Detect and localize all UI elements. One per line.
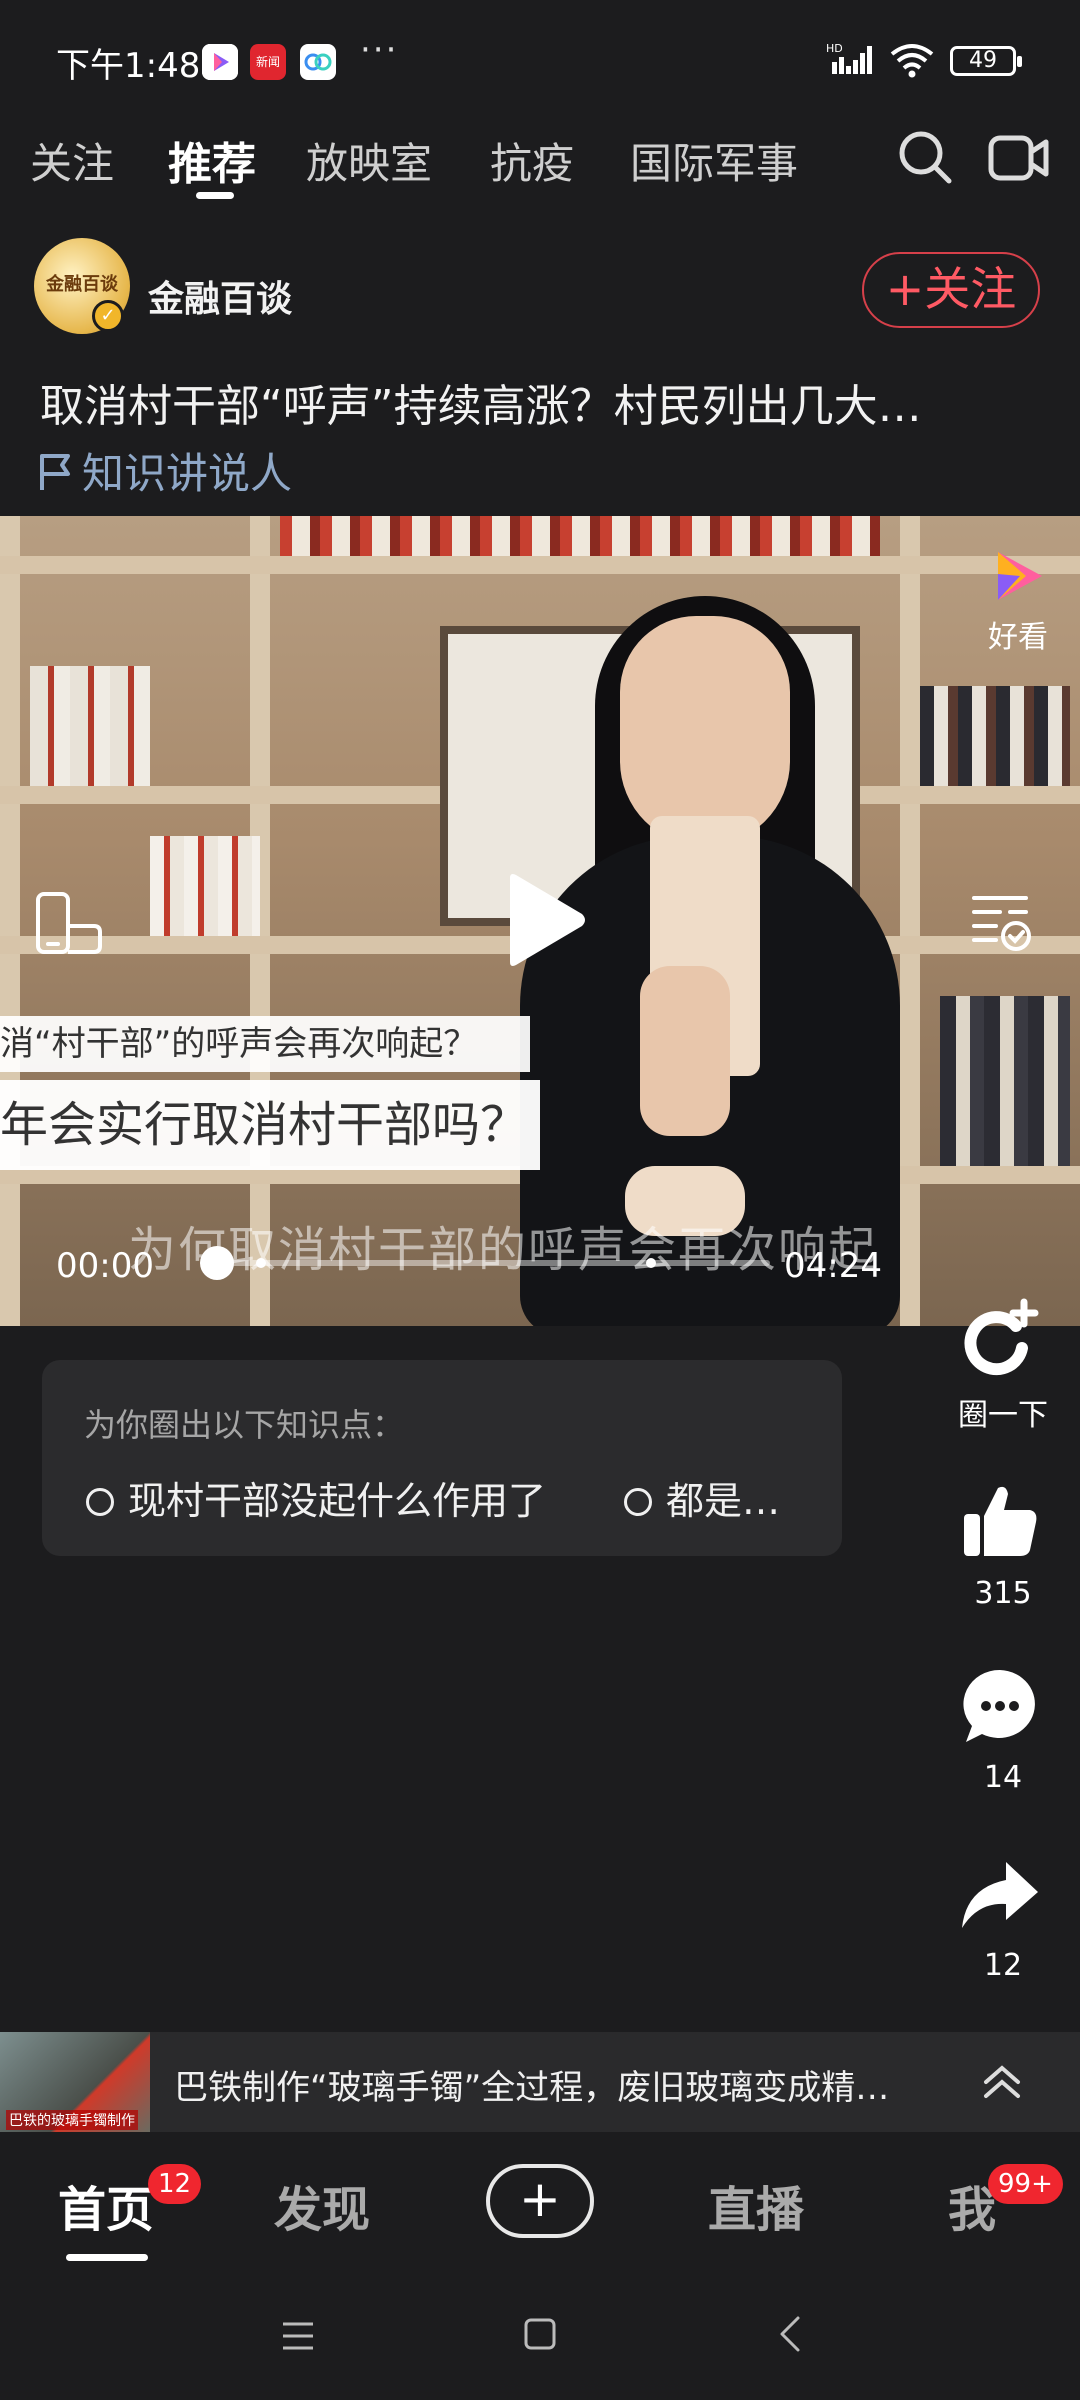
nav-live[interactable]: 直播 (708, 2170, 804, 2240)
cloud-app-icon (300, 44, 336, 80)
flag-icon (40, 454, 70, 490)
active-nav-indicator (66, 2254, 148, 2261)
bookshelf-board (0, 556, 1080, 574)
verified-icon: ✓ (92, 300, 124, 332)
home-square-icon[interactable] (522, 2316, 558, 2352)
haokan-logo-icon (998, 552, 1042, 600)
tab-antiepidemic[interactable]: 抗疫 (490, 130, 574, 191)
author-name[interactable]: 金融百谈 (148, 270, 292, 322)
knowledge-point-label: 现村干部没起什么作用了 (128, 1479, 547, 1523)
search-icon[interactable] (896, 128, 954, 186)
avatar-text: 金融百谈 (46, 274, 118, 295)
post-title[interactable]: 取消村干部“呼声”持续高涨？村民列出几大… (40, 370, 1040, 434)
share-count: 12 (983, 1948, 1023, 1983)
me-badge: 99+ (988, 2164, 1063, 2204)
publish-button[interactable]: + (486, 2164, 594, 2238)
chapter-marker[interactable] (646, 1258, 656, 1268)
books (30, 666, 150, 786)
recommend-thumbnail-caption: 巴铁的玻璃手镯制作 (6, 2110, 138, 2130)
knowledge-card (42, 1360, 842, 1556)
knowledge-heading: 为你圈出以下知识点： (84, 1406, 405, 1444)
knowledge-point-label: 都是… (666, 1479, 781, 1523)
circle-mark-label: 圈一下 (958, 1398, 1048, 1433)
video-total-time: 04:24 (784, 1246, 882, 1286)
active-tab-indicator (196, 192, 234, 199)
share-icon[interactable] (958, 1854, 1042, 1938)
video-caption-top: 取消“村干部”的呼声会再次响起？ (0, 1016, 530, 1072)
chapter-list-icon[interactable] (970, 890, 1034, 954)
battery-indicator: 49 (950, 46, 1022, 76)
bookshelf-post (0, 516, 20, 1326)
books (940, 996, 1070, 1166)
books (150, 836, 260, 936)
recommend-title[interactable]: 巴铁制作“玻璃手镯”全过程，废旧玻璃变成精… (174, 2060, 934, 2109)
video-progress-knob[interactable] (200, 1246, 234, 1280)
comment-icon[interactable] (958, 1664, 1042, 1748)
tab-cinema[interactable]: 放映室 (306, 130, 432, 191)
presenter-hand (640, 966, 730, 1136)
svg-text:HD: HD (826, 42, 843, 55)
chevron-up-icon[interactable] (978, 2058, 1026, 2106)
knowledge-point[interactable]: 现村干部没起什么作用了 (86, 1470, 546, 1525)
books (920, 686, 1070, 786)
signal-icon: HD (826, 42, 872, 74)
books (280, 516, 880, 556)
tab-follow[interactable]: 关注 (30, 130, 114, 191)
rotate-screen-icon[interactable] (34, 890, 106, 958)
video-camera-icon[interactable] (988, 130, 1050, 186)
circle-mark-icon[interactable] (958, 1296, 1042, 1380)
haokan-logo-text: 好看 (988, 620, 1048, 655)
like-icon[interactable] (958, 1480, 1042, 1564)
news-app-icon: 新闻 (250, 44, 286, 80)
nav-home[interactable]: 首页 (58, 2170, 154, 2240)
status-time: 下午1:48 (56, 46, 201, 86)
post-tag-label: 知识讲说人 (82, 449, 293, 498)
circle-icon (624, 1488, 652, 1516)
circle-icon (86, 1488, 114, 1516)
video-current-time: 00:00 (56, 1246, 154, 1286)
back-icon[interactable] (772, 2314, 808, 2354)
home-badge: 12 (148, 2164, 202, 2204)
presenter-face (620, 616, 790, 846)
nav-discover[interactable]: 发现 (274, 2170, 370, 2240)
chapter-marker[interactable] (256, 1258, 266, 1268)
video-caption-main: 年会实行取消村干部吗？ (0, 1080, 540, 1170)
more-notifications-icon: ··· (360, 30, 399, 70)
play-icon[interactable] (500, 870, 590, 970)
bookshelf-post (900, 516, 920, 1326)
video-app-icon (202, 44, 238, 80)
video-progress-bar[interactable] (200, 1260, 770, 1266)
wifi-icon (890, 44, 934, 78)
like-count: 315 (974, 1576, 1032, 1611)
tab-recommend[interactable]: 推荐 (168, 128, 256, 192)
tab-military[interactable]: 国际军事 (630, 130, 798, 191)
menu-icon[interactable] (280, 2318, 316, 2354)
post-tag[interactable]: 知识讲说人 (36, 440, 292, 501)
video-subtitle: 为何取消村干部的呼声会再次响起 (128, 1222, 879, 1278)
knowledge-point[interactable]: 都是… (624, 1470, 780, 1525)
comment-count: 14 (983, 1760, 1023, 1795)
follow-button[interactable]: +关注 (862, 252, 1040, 328)
